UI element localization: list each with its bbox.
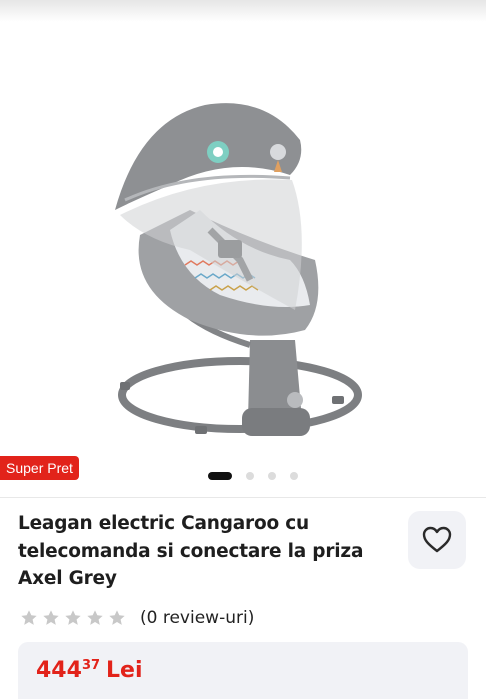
favorite-button[interactable] bbox=[408, 511, 466, 569]
pagination-dot[interactable] bbox=[246, 472, 254, 480]
product-title: Leagan electric Cangaroo cu telecomanda … bbox=[18, 513, 364, 589]
price-integer: 444 bbox=[36, 658, 82, 683]
price-cents: 37 bbox=[81, 658, 101, 673]
product-gallery[interactable]: Super Pret bbox=[0, 0, 486, 498]
price-panel: 444 37 Lei bbox=[18, 642, 468, 699]
product-image bbox=[115, 103, 362, 436]
gallery-pagination bbox=[208, 472, 298, 480]
pagination-dot-active[interactable] bbox=[208, 472, 232, 480]
rating-stars bbox=[20, 609, 126, 627]
product-rating[interactable]: (0 review-uri) bbox=[20, 608, 254, 628]
review-count-link[interactable]: (0 review-uri) bbox=[140, 608, 254, 628]
star-icon bbox=[65, 610, 81, 625]
star-icon bbox=[21, 610, 37, 625]
super-price-badge: Super Pret bbox=[0, 456, 79, 480]
heart-outline-icon bbox=[422, 526, 452, 553]
pagination-dot[interactable] bbox=[268, 472, 276, 480]
product-price: 444 37 Lei bbox=[36, 658, 143, 683]
pagination-dot[interactable] bbox=[290, 472, 298, 480]
star-icon bbox=[109, 610, 125, 625]
star-icon bbox=[43, 610, 59, 625]
section-divider bbox=[0, 497, 486, 498]
star-icon bbox=[87, 610, 103, 625]
price-currency: Lei bbox=[106, 658, 143, 683]
